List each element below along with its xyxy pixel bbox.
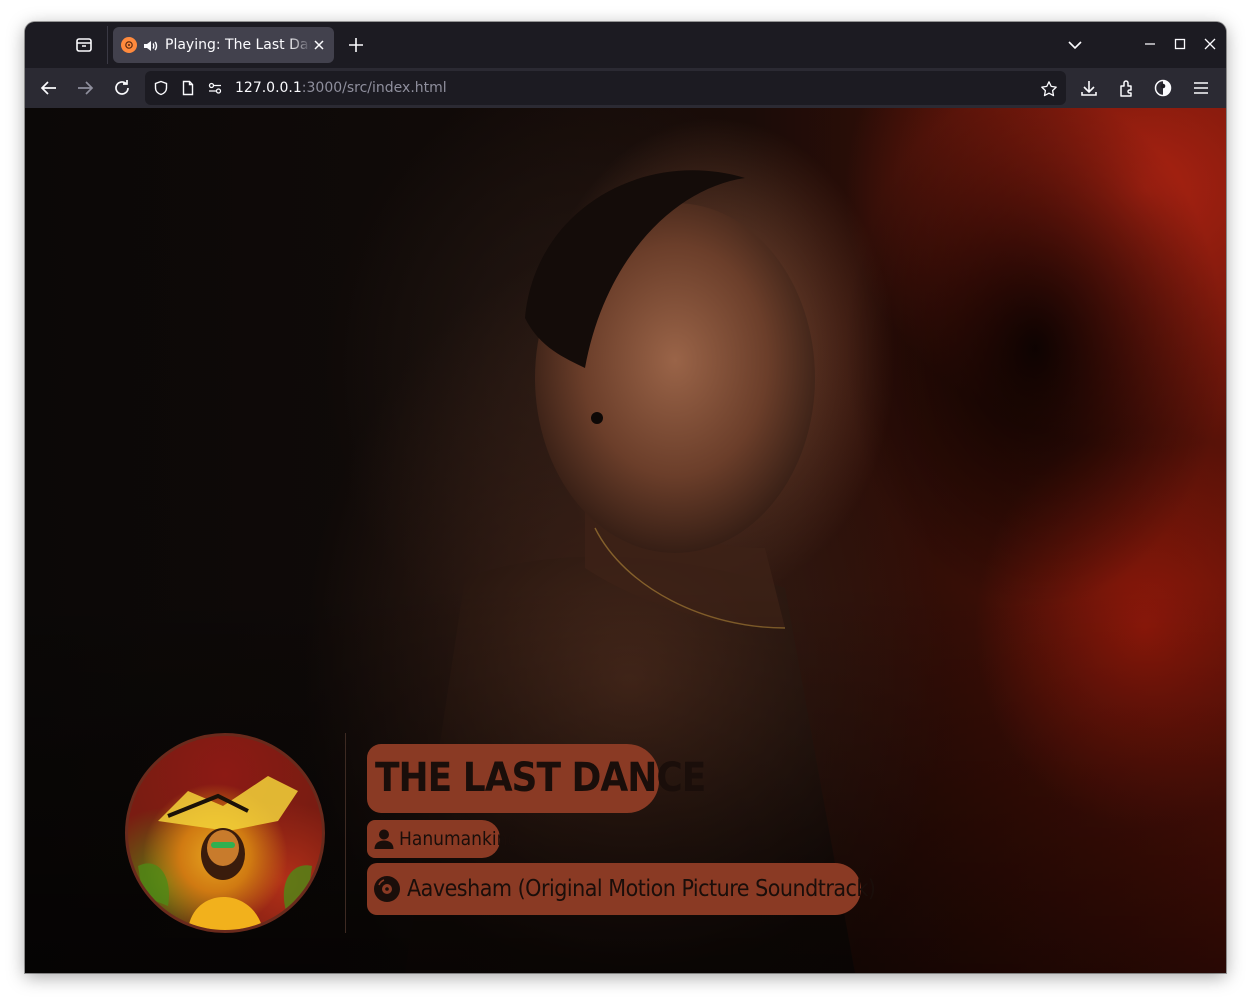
tab-title: Playing: The Last Dance xyxy=(165,37,311,53)
speaker-icon[interactable] xyxy=(143,38,158,52)
new-tab-icon[interactable] xyxy=(345,34,367,56)
close-tab-icon[interactable] xyxy=(311,37,327,53)
minimize-icon[interactable] xyxy=(1141,35,1159,53)
shield-icon[interactable] xyxy=(153,80,169,96)
permissions-icon[interactable] xyxy=(207,80,223,96)
album-pill[interactable]: Aavesham (Original Motion Picture Soundt… xyxy=(367,863,876,915)
album-name: Aavesham (Original Motion Picture Soundt… xyxy=(407,876,876,902)
url-host: 127.0.0.1 xyxy=(235,80,302,96)
download-icon[interactable] xyxy=(1077,76,1101,100)
maximize-icon[interactable] xyxy=(1171,35,1189,53)
now-playing-panel: THE LAST DANCE Hanumankind Aavesham (Ori… xyxy=(25,108,1226,973)
album-art xyxy=(125,733,325,933)
page-icon xyxy=(180,80,196,96)
chevron-down-icon[interactable] xyxy=(1065,35,1085,55)
star-icon[interactable] xyxy=(1040,80,1057,97)
hamburger-menu-icon[interactable] xyxy=(1189,76,1213,100)
tab-active[interactable]: Playing: The Last Dance xyxy=(113,27,334,63)
forward-arrow-icon[interactable] xyxy=(73,76,97,100)
tab-separator xyxy=(107,26,108,64)
browser-window: Playing: The Last Dance xyxy=(25,22,1226,973)
firefox-view-icon[interactable] xyxy=(73,34,95,56)
extensions-icon[interactable] xyxy=(1114,76,1138,100)
artist-pill[interactable]: Hanumankind xyxy=(367,820,518,858)
navigation-bar: 127.0.0.1:3000/src/index.html xyxy=(25,68,1226,108)
tab-strip: Playing: The Last Dance xyxy=(25,22,1226,68)
disc-icon xyxy=(374,876,400,902)
back-arrow-icon[interactable] xyxy=(37,76,61,100)
artist-name: Hanumankind xyxy=(399,828,519,850)
track-title: THE LAST DANCE xyxy=(367,744,706,813)
url-bar[interactable]: 127.0.0.1:3000/src/index.html xyxy=(145,71,1066,105)
player-favicon-icon xyxy=(121,37,137,53)
reload-icon[interactable] xyxy=(110,76,134,100)
account-icon[interactable] xyxy=(1151,76,1175,100)
page-content: THE LAST DANCE Hanumankind Aavesham (Ori… xyxy=(25,108,1226,973)
person-icon xyxy=(374,829,394,849)
divider xyxy=(345,733,346,933)
url-path: :3000/src/index.html xyxy=(301,80,447,96)
url-text[interactable]: 127.0.0.1:3000/src/index.html xyxy=(235,71,447,105)
close-window-icon[interactable] xyxy=(1201,35,1219,53)
